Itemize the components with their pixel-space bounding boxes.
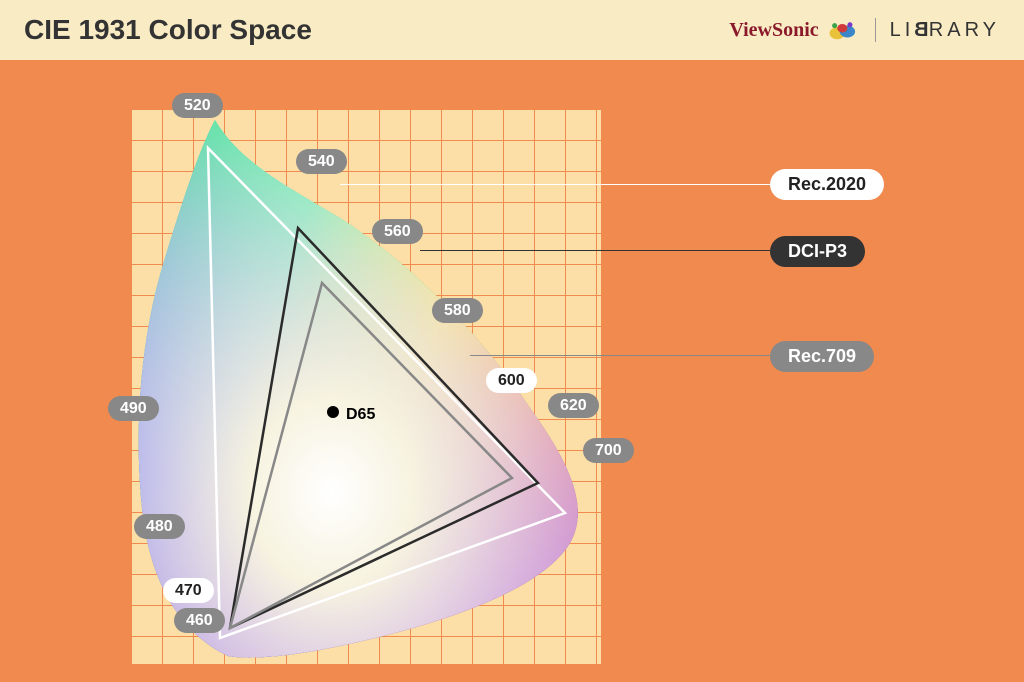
wavelength-470: 470	[163, 578, 214, 603]
page-title: CIE 1931 Color Space	[24, 14, 729, 46]
page-root: CIE 1931 Color Space ViewSonic LIBRARY	[0, 0, 1024, 682]
header-bar: CIE 1931 Color Space ViewSonic LIBRARY	[0, 0, 1024, 60]
whitepoint-dot	[327, 406, 339, 418]
brand-birds-icon	[827, 18, 861, 42]
wavelength-620: 620	[548, 393, 599, 418]
wavelength-580: 580	[432, 298, 483, 323]
brand-logo-text: ViewSonic	[729, 19, 818, 42]
wavelength-480: 480	[134, 514, 185, 539]
legend-rec709: Rec.709	[770, 341, 874, 372]
leader-rec709	[470, 355, 770, 356]
wavelength-560: 560	[372, 219, 423, 244]
wavelength-460: 460	[174, 608, 225, 633]
wavelength-540: 540	[296, 149, 347, 174]
wavelength-700: 700	[583, 438, 634, 463]
wavelength-490: 490	[108, 396, 159, 421]
library-wordmark: LIBRARY	[890, 19, 1000, 42]
leader-dcip3	[420, 250, 770, 251]
leader-rec2020	[340, 184, 770, 185]
wavelength-520: 520	[172, 93, 223, 118]
legend-rec2020: Rec.2020	[770, 169, 884, 200]
wavelength-600: 600	[486, 368, 537, 393]
legend-dcip3: DCI-P3	[770, 236, 865, 267]
diagram-stage: 520 540 560 580 600 620 700 490 480 470 …	[0, 60, 1024, 682]
header-divider	[875, 18, 876, 42]
whitepoint-label: D65	[346, 406, 375, 424]
